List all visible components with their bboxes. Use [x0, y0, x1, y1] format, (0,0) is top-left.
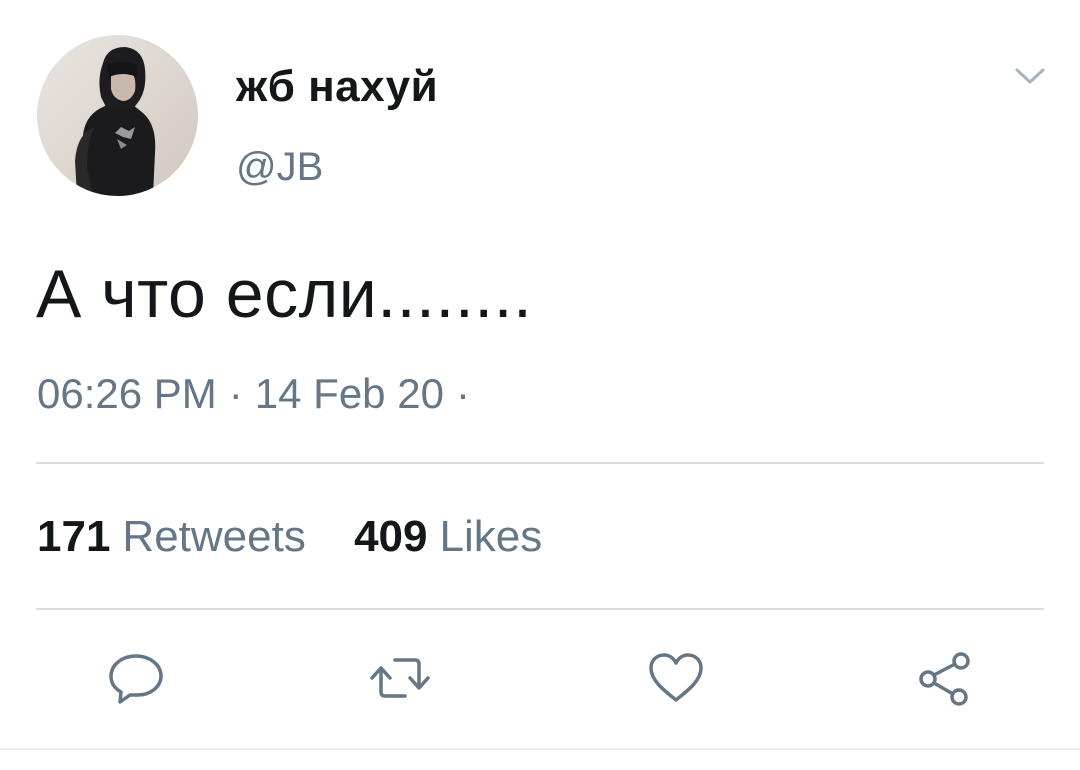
share-icon [919, 652, 970, 706]
tweet-date: 14 Feb 20 [254, 370, 444, 417]
likes-count: 409 [354, 512, 428, 561]
divider [36, 608, 1044, 610]
retweets-count: 171 [37, 512, 111, 561]
tweet-card: жб нахуй @JB А что если........ 06:26 PM… [0, 0, 1080, 770]
meta-separator: · [228, 370, 243, 417]
tweet-time: 06:26 PM [37, 370, 217, 417]
more-options-button[interactable] [1012, 62, 1048, 90]
heart-icon [649, 653, 703, 702]
tweet-text: А что если........ [36, 256, 533, 332]
reply-button[interactable] [100, 640, 172, 716]
action-bar [0, 640, 1080, 720]
retweet-icon [370, 658, 430, 698]
meta-separator-trailing: · [455, 370, 470, 417]
share-button[interactable] [908, 640, 980, 716]
like-button[interactable] [640, 640, 712, 716]
reply-icon [109, 654, 163, 704]
retweet-button[interactable] [364, 640, 436, 716]
retweets-stat[interactable]: 171 Retweets [37, 512, 306, 562]
likes-stat[interactable]: 409 Likes [354, 512, 542, 562]
divider [0, 748, 1080, 750]
retweets-label: Retweets [122, 512, 306, 561]
engagement-stats: 171 Retweets 409 Likes [37, 512, 578, 562]
avatar[interactable] [37, 35, 198, 196]
divider [36, 462, 1044, 464]
user-handle[interactable]: @JB [236, 145, 323, 190]
chevron-down-icon [1015, 68, 1045, 84]
likes-label: Likes [439, 512, 543, 561]
tweet-timestamp[interactable]: 06:26 PM · 14 Feb 20 · [37, 370, 482, 418]
avatar-image [75, 47, 156, 196]
display-name[interactable]: жб нахуй [236, 62, 438, 112]
